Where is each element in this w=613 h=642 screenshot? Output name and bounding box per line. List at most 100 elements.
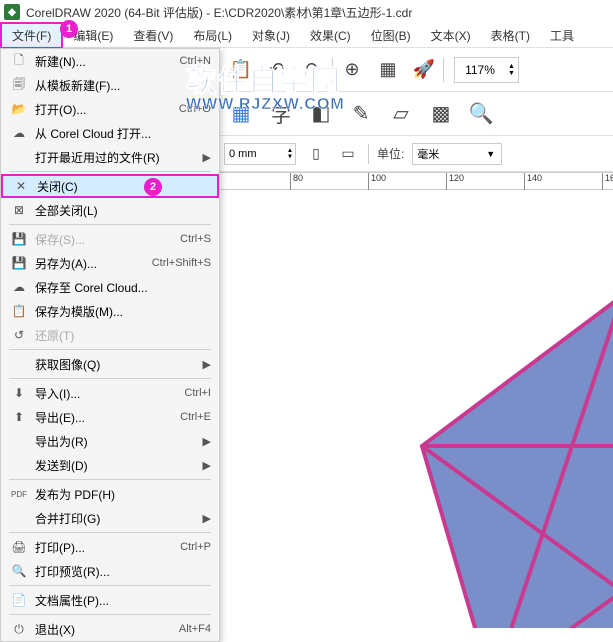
menu-divider — [9, 585, 211, 586]
menu-exit[interactable]: ⏻退出(X)Alt+F4 — [1, 617, 219, 641]
chevron-right-icon: ▶ — [203, 459, 211, 472]
menu-import[interactable]: ⬇导入(I)...Ctrl+I — [1, 381, 219, 405]
menu-text[interactable]: 文本(X) — [421, 24, 481, 47]
annotation-badge-1: 1 — [60, 20, 78, 38]
target-icon[interactable]: ⊕ — [335, 53, 369, 87]
chevron-down-icon[interactable]: ▼ — [483, 149, 498, 159]
export-icon: ⬆ — [9, 409, 29, 425]
pentagon-star-shape[interactable] — [412, 296, 613, 628]
horizontal-ruler: 80 100 120 140 16 — [220, 172, 613, 190]
properties-icon: 📄 — [9, 592, 29, 608]
menu-close[interactable]: ✕关闭(C)2 — [1, 174, 219, 198]
chevron-right-icon: ▶ — [203, 435, 211, 448]
menu-view[interactable]: 查看(V) — [123, 24, 183, 47]
menu-save: 💾保存(S)...Ctrl+S — [1, 227, 219, 251]
chevron-right-icon: ▶ — [203, 512, 211, 525]
redo-icon[interactable]: ↷ — [296, 53, 330, 87]
ruler-tick: 100 — [368, 173, 386, 191]
menu-object[interactable]: 对象(J) — [242, 24, 300, 47]
layers-icon[interactable]: ◧ — [304, 97, 338, 131]
title-bar: ◆ CorelDRAW 2020 (64-Bit 评估版) - E:\CDR20… — [0, 0, 613, 24]
menu-print[interactable]: 🖨打印(P)...Ctrl+P — [1, 535, 219, 559]
exit-icon: ⏻ — [9, 621, 29, 637]
menu-send-to[interactable]: 发送到(D)▶ — [1, 453, 219, 477]
separator — [332, 58, 333, 82]
menu-print-preview[interactable]: 🔍打印预览(R)... — [1, 559, 219, 583]
menu-new-template[interactable]: 🗐从模板新建(F)... — [1, 73, 219, 97]
shape-icon[interactable]: ▱ — [384, 97, 418, 131]
separator — [368, 144, 369, 164]
cloud-icon: ☁ — [9, 125, 29, 141]
file-dropdown-menu: 🗋新建(N)...Ctrl+N 🗐从模板新建(F)... 📂打开(O)...Ct… — [0, 48, 220, 642]
menu-tools[interactable]: 工具 — [540, 24, 584, 47]
menu-export-for[interactable]: 导出为(R)▶ — [1, 429, 219, 453]
template-icon: 🗐 — [9, 77, 29, 93]
window-title: CorelDRAW 2020 (64-Bit 评估版) - E:\CDR2020… — [26, 4, 412, 21]
height-stepper[interactable]: ▲▼ — [285, 148, 295, 160]
menu-close-all[interactable]: ⊠全部关闭(L) — [1, 198, 219, 222]
menu-effects[interactable]: 效果(C) — [300, 24, 361, 47]
separator — [443, 58, 444, 82]
menu-bitmap[interactable]: 位图(B) — [361, 24, 421, 47]
landscape-icon[interactable]: ▭ — [336, 142, 360, 166]
menu-publish-pdf[interactable]: PDF发布为 PDF(H) — [1, 482, 219, 506]
pdf-icon: PDF — [9, 486, 29, 502]
grid-icon[interactable]: ▦ — [224, 97, 258, 131]
drawing-canvas[interactable] — [220, 190, 613, 628]
unit-field[interactable] — [413, 148, 483, 160]
height-field[interactable] — [225, 148, 285, 160]
new-file-icon: 🗋 — [9, 53, 29, 69]
menu-divider — [9, 479, 211, 480]
menu-merge-print[interactable]: 合并打印(G)▶ — [1, 506, 219, 530]
ruler-tick: 140 — [524, 173, 542, 191]
checker-icon[interactable]: ▩ — [424, 97, 458, 131]
menu-export[interactable]: ⬆导出(E)...Ctrl+E — [1, 405, 219, 429]
menu-divider — [9, 614, 211, 615]
zoom-stepper[interactable]: ▲▼ — [505, 63, 518, 77]
menu-layout[interactable]: 布局(L) — [183, 24, 242, 47]
app-icon[interactable]: ▦ — [371, 53, 405, 87]
close-all-icon: ⊠ — [9, 202, 29, 218]
menu-open[interactable]: 📂打开(O)...Ctrl+O — [1, 97, 219, 121]
save-as-icon: 💾 — [9, 255, 29, 271]
property-bar-2: ▲▼ — [220, 136, 300, 172]
launch-icon[interactable]: 🚀 — [407, 53, 441, 87]
close-doc-icon: ✕ — [11, 178, 31, 194]
menu-file[interactable]: 文件(F) — [0, 22, 63, 49]
ribbon-tools: ▦ 字 ◧ ✎ ▱ ▩ 🔍 — [220, 92, 613, 136]
template-save-icon: 📋 — [9, 303, 29, 319]
menu-save-template[interactable]: 📋保存为模版(M)... — [1, 299, 219, 323]
menu-divider — [9, 349, 211, 350]
menu-revert: ↺还原(T) — [1, 323, 219, 347]
menu-divider — [9, 532, 211, 533]
paste-icon[interactable]: 📋 — [224, 53, 258, 87]
zoom-value[interactable] — [455, 63, 505, 77]
menu-recent[interactable]: 打开最近用过的文件(R)▶ — [1, 145, 219, 169]
ruler-tick: 16 — [602, 173, 613, 191]
chevron-right-icon: ▶ — [203, 358, 211, 371]
menu-bar: 文件(F) 编辑(E) 查看(V) 布局(L) 对象(J) 效果(C) 位图(B… — [0, 24, 613, 48]
menu-divider — [9, 224, 211, 225]
folder-open-icon: 📂 — [9, 101, 29, 117]
menu-new[interactable]: 🗋新建(N)...Ctrl+N — [1, 49, 219, 73]
undo-icon[interactable]: ↶ — [260, 53, 294, 87]
app-logo-icon: ◆ — [4, 4, 20, 20]
text-icon[interactable]: 字 — [264, 97, 298, 131]
search-icon[interactable]: 🔍 — [464, 97, 498, 131]
menu-save-as[interactable]: 💾另存为(A)...Ctrl+Shift+S — [1, 251, 219, 275]
import-icon: ⬇ — [9, 385, 29, 401]
ruler-tick: 80 — [290, 173, 303, 191]
menu-acquire-image[interactable]: 获取图像(Q)▶ — [1, 352, 219, 376]
menu-table[interactable]: 表格(T) — [481, 24, 540, 47]
menu-divider — [9, 378, 211, 379]
portrait-icon[interactable]: ▯ — [304, 142, 328, 166]
zoom-input[interactable]: ▲▼ — [454, 57, 519, 83]
menu-save-cloud[interactable]: ☁保存至 Corel Cloud... — [1, 275, 219, 299]
menu-doc-props[interactable]: 📄文档属性(P)... — [1, 588, 219, 612]
height-input[interactable]: ▲▼ — [224, 143, 296, 165]
preview-icon: 🔍 — [9, 563, 29, 579]
unit-select[interactable]: ▼ — [412, 143, 502, 165]
ruler-tick: 120 — [446, 173, 464, 191]
pen-icon[interactable]: ✎ — [344, 97, 378, 131]
menu-open-cloud[interactable]: ☁从 Corel Cloud 打开... — [1, 121, 219, 145]
